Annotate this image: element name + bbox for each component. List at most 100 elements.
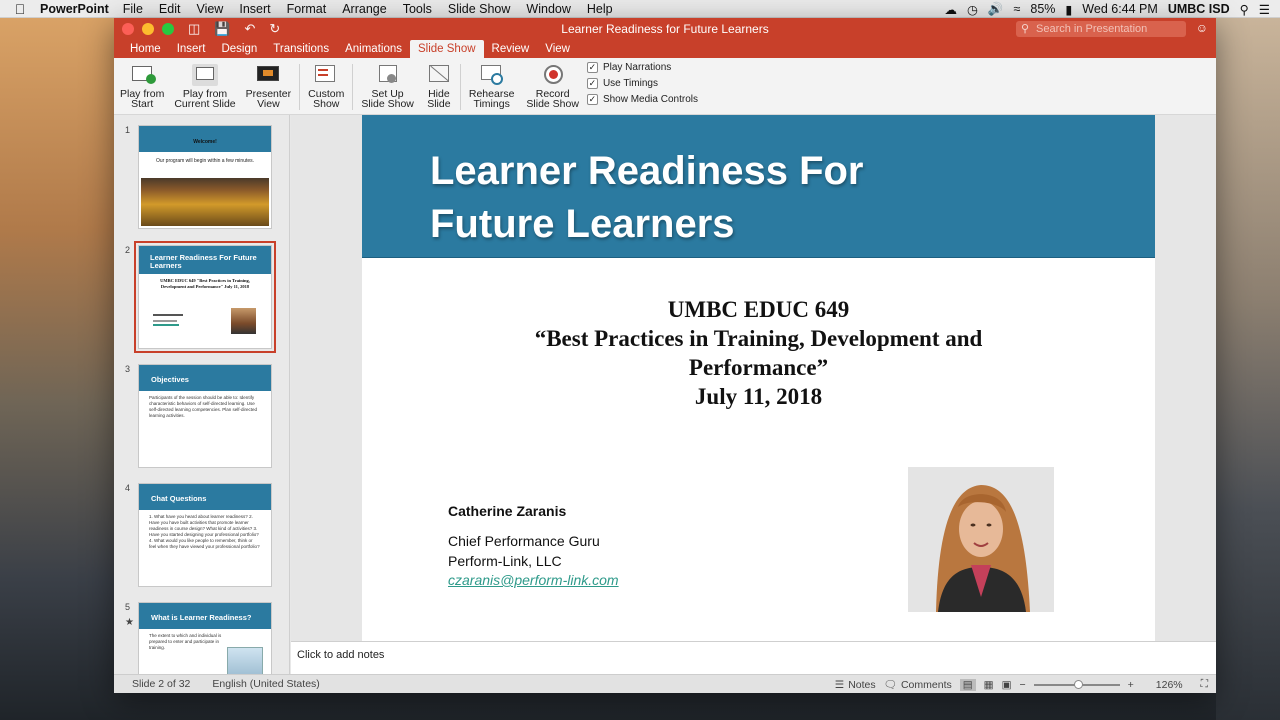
zoom-out-icon[interactable]: − [1020,679,1026,691]
play-from-start-button[interactable]: Play from Start [120,64,164,109]
close-window-button[interactable] [122,23,134,35]
slide-number: 3 [125,364,131,374]
presenter-view-button[interactable]: Presenter View [246,64,291,109]
menu-insert[interactable]: Insert [239,2,270,16]
presenter-email-link[interactable]: czaranis@perform-link.com [448,572,619,588]
title-bar: ◫ 💾 ↶ ↻ Learner Readiness for Future Lea… [114,18,1216,40]
comments-toggle-button[interactable]: 🗨 Comments [884,678,952,692]
search-input[interactable]: ⚲ Search in Presentation [1016,21,1186,37]
zoom-in-icon[interactable]: + [1128,679,1134,691]
tab-slide-show[interactable]: Slide Show [409,40,484,58]
user-menu[interactable]: UMBC ISD [1168,2,1230,16]
slide-number: 4 [125,483,131,493]
save-icon[interactable]: 💾 [214,21,230,37]
minimize-window-button[interactable] [142,23,154,35]
menu-view[interactable]: View [196,2,223,16]
app-menu[interactable]: PowerPoint [40,2,109,16]
course-subtitle-line1[interactable]: “Best Practices in Training, Development… [362,326,1155,352]
course-code[interactable]: UMBC EDUC 649 [362,297,1155,323]
notes-pane[interactable]: Click to add notes [291,641,1216,674]
menu-slide-show[interactable]: Slide Show [448,2,511,16]
slide-thumbnail-5[interactable]: What is Learner Readiness? The extent to… [138,602,272,674]
time-machine-icon[interactable]: ◷ [967,2,978,17]
slide-thumbnail-3[interactable]: Objectives Participants of the session s… [138,364,272,468]
record-slide-show-button[interactable]: Record Slide Show [526,64,579,109]
zoom-level[interactable]: 126% [1156,679,1183,691]
slide-number: 5 [125,602,131,612]
current-slide[interactable]: Learner Readiness For Future Learners UM… [362,115,1155,641]
play-narrations-checkbox[interactable]: ✓ Play Narrations [586,62,698,73]
slide-thumb-photo [227,647,263,674]
presentation-date[interactable]: July 11, 2018 [362,384,1155,410]
presenter-view-icon [255,64,281,86]
undo-icon[interactable]: ↶ [244,21,255,37]
menu-help[interactable]: Help [587,2,613,16]
volume-icon[interactable]: 🔊 [988,2,1004,17]
menu-file[interactable]: File [123,2,143,16]
notification-center-icon[interactable]: ☰ [1259,2,1270,17]
tab-home[interactable]: Home [122,40,169,58]
slide-thumbnail-2[interactable]: Learner Readiness For Future Learners UM… [134,241,276,353]
reading-view-icon[interactable]: ▣ [1002,679,1012,691]
add-user-icon[interactable]: ☺ [1196,21,1208,35]
slide-editor: Learner Readiness For Future Learners UM… [291,115,1216,641]
custom-show-button[interactable]: Custom Show [308,64,344,109]
animation-star-icon: ★ [125,617,134,628]
wifi-icon[interactable]: ≈ [1014,2,1021,16]
notes-placeholder: Click to add notes [297,649,385,661]
slide-title[interactable]: Learner Readiness For Future Learners [430,145,864,251]
show-media-controls-checkbox[interactable]: ✓ Show Media Controls [586,94,698,105]
hide-slide-button[interactable]: Hide Slide [426,64,452,109]
tab-insert[interactable]: Insert [169,40,214,58]
notes-icon: ☰ [834,678,845,691]
spotlight-icon[interactable]: ⚲ [1240,2,1249,17]
slide-number: 1 [125,125,131,135]
cloud-icon[interactable]: ☁ [945,2,958,17]
zoom-window-button[interactable] [162,23,174,35]
tab-animations[interactable]: Animations [337,40,410,58]
battery-icon[interactable]: ▮ [1065,2,1072,17]
redo-icon[interactable]: ↻ [269,21,280,37]
tab-review[interactable]: Review [484,40,538,58]
slide-thumbnail-4[interactable]: Chat Questions 1. What have you heard ab… [138,483,272,587]
tab-transitions[interactable]: Transitions [265,40,337,58]
slide-number: 2 [125,245,131,255]
menu-edit[interactable]: Edit [159,2,181,16]
tab-view[interactable]: View [537,40,578,58]
language-indicator[interactable]: English (United States) [212,678,319,690]
slide-thumbnail-pane[interactable]: 1 Welcome! Our program will begin within… [114,115,290,674]
use-timings-checkbox[interactable]: ✓ Use Timings [586,78,698,89]
presenter-photo[interactable] [908,467,1054,612]
battery-percent[interactable]: 85% [1030,2,1055,16]
play-from-current-slide-button[interactable]: Play from Current Slide [174,64,236,109]
zoom-slider[interactable] [1033,679,1120,689]
menu-arrange[interactable]: Arrange [342,2,386,16]
slide-sorter-icon[interactable]: ▦ [984,679,994,691]
presenter-org[interactable]: Perform-Link, LLC [448,553,562,569]
hide-slide-icon [426,64,452,86]
course-subtitle-line2[interactable]: Performance” [362,355,1155,381]
fit-to-window-icon[interactable]: ⛶ [1201,678,1208,691]
sidebar-toggle-icon[interactable]: ◫ [188,21,200,37]
menu-format[interactable]: Format [287,2,327,16]
check-icon: ✓ [586,78,598,89]
rehearse-timings-icon [479,64,505,86]
apple-icon[interactable]:  [0,1,40,17]
search-placeholder: Search in Presentation [1036,23,1148,35]
normal-view-icon[interactable]: ▤ [959,678,976,691]
presenter-role[interactable]: Chief Performance Guru [448,533,600,549]
presenter-name[interactable]: Catherine Zaranis [448,503,566,519]
slide-counter: Slide 2 of 32 [132,678,191,690]
menu-tools[interactable]: Tools [403,2,432,16]
slide-thumbnail-1[interactable]: Welcome! Our program will begin within a… [138,125,272,229]
menu-window[interactable]: Window [526,2,570,16]
tab-design[interactable]: Design [213,40,265,58]
set-up-slide-show-button[interactable]: Set Up Slide Show [361,64,414,109]
zoom-slider-knob[interactable] [1073,679,1083,689]
clock[interactable]: Wed 6:44 PM [1082,2,1158,16]
ribbon-toolbar: Play from Start Play from Current Slide … [114,58,1216,115]
sunflower-image [141,178,269,226]
content-area: 1 Welcome! Our program will begin within… [114,115,1216,674]
notes-toggle-button[interactable]: ☰ Notes [835,679,876,691]
rehearse-timings-button[interactable]: Rehearse Timings [469,64,514,109]
